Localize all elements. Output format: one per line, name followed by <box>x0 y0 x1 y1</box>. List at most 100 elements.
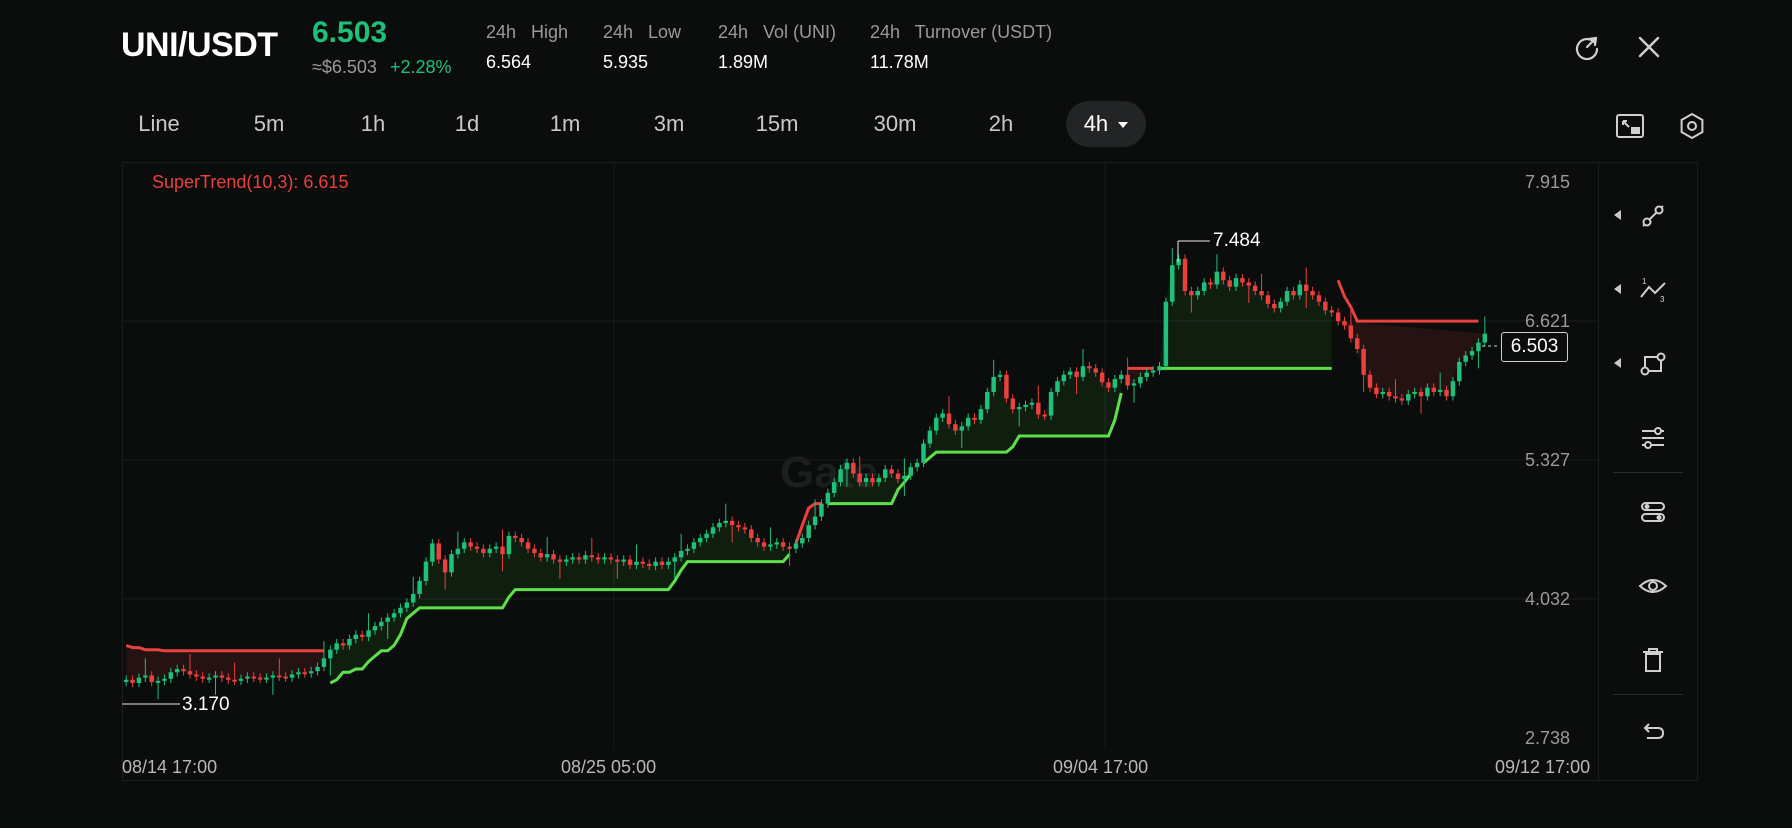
candle-body <box>793 543 799 549</box>
candle-body <box>659 561 665 565</box>
candle-body <box>487 548 492 554</box>
svg-text:1: 1 <box>1642 277 1647 286</box>
candle-body <box>1303 284 1309 292</box>
candle-body <box>168 672 174 679</box>
candle-body <box>289 674 295 678</box>
candle-body <box>1265 295 1271 304</box>
candle-body <box>1450 381 1456 397</box>
candle-body <box>123 679 129 682</box>
candle-body <box>876 477 882 483</box>
candle-body <box>965 417 971 427</box>
candle-body <box>991 376 996 392</box>
candle-body <box>761 542 767 547</box>
candle-body <box>194 674 199 677</box>
candle-body <box>927 430 933 444</box>
candle-body <box>1367 374 1373 388</box>
candle-body <box>155 680 161 683</box>
candle-body <box>226 677 231 680</box>
candle-body <box>1437 389 1443 392</box>
expand-caret-icon[interactable] <box>1614 358 1621 368</box>
candle-body <box>736 525 741 528</box>
candle-body <box>1131 383 1137 386</box>
candle-body <box>506 535 512 555</box>
candle-body <box>206 677 212 680</box>
candle-body <box>417 580 422 594</box>
candle-body <box>953 424 958 431</box>
candle-body <box>1201 282 1207 292</box>
candle-body <box>174 669 180 673</box>
y-axis: 7.915 6.621 5.327 4.032 2.738 <box>1480 0 1570 828</box>
candle-body <box>308 671 314 674</box>
candle-body <box>997 374 1003 377</box>
candle-body <box>1157 366 1162 371</box>
candle-body <box>704 533 709 539</box>
supertrend-legend: SuperTrend(10,3): 6.615 <box>152 172 349 192</box>
expand-caret-icon[interactable] <box>1614 210 1621 220</box>
candle-body <box>219 675 225 678</box>
candle-body <box>347 638 352 646</box>
indicator-settings-tool[interactable] <box>1630 415 1676 461</box>
candle-body <box>1425 387 1430 397</box>
candle-body <box>1221 271 1226 281</box>
candle-body <box>1329 310 1334 313</box>
candle-body <box>430 543 435 562</box>
candle-body <box>1310 291 1315 296</box>
candle-body <box>972 417 977 420</box>
candle-body <box>889 469 894 474</box>
candle-body <box>870 477 875 483</box>
candle-body <box>844 462 850 470</box>
candle-body <box>1214 271 1220 285</box>
fibonacci-tool[interactable]: 1 3 <box>1630 267 1676 313</box>
candle-body <box>653 561 658 566</box>
candle-body <box>1393 396 1398 399</box>
candle-body <box>149 675 154 682</box>
candle-body <box>774 542 780 545</box>
candle-body <box>481 548 486 554</box>
svg-text:3: 3 <box>1660 295 1665 304</box>
candle-body <box>449 554 454 573</box>
shape-icon <box>1640 352 1666 376</box>
candle-body <box>595 557 601 560</box>
candle-body <box>264 677 269 680</box>
candle-body <box>245 676 250 679</box>
delete-tool[interactable] <box>1630 637 1676 683</box>
visibility-tool[interactable] <box>1630 563 1676 609</box>
candle-body <box>615 559 620 562</box>
candle-body <box>1227 280 1232 287</box>
object-tree-tool[interactable] <box>1630 489 1676 535</box>
candle-body <box>787 546 792 549</box>
candle-body <box>1444 389 1449 397</box>
candle-body <box>1252 285 1258 292</box>
candle-body <box>672 557 677 562</box>
candle-body <box>1036 402 1041 415</box>
candle-body <box>1361 349 1366 375</box>
candle-body <box>1457 361 1462 382</box>
candle-body <box>1380 391 1385 395</box>
candle-body <box>270 675 276 678</box>
candle-body <box>1176 258 1181 266</box>
candle-body <box>302 672 308 675</box>
candle-body <box>468 542 473 547</box>
undo-tool[interactable] <box>1630 708 1676 754</box>
candle-body <box>634 561 639 565</box>
candle-body <box>1355 338 1360 350</box>
candle-body <box>455 548 461 555</box>
shape-tool[interactable] <box>1630 341 1676 387</box>
candle-body <box>800 538 805 544</box>
trendline-tool[interactable] <box>1630 193 1676 239</box>
candle-body <box>1074 371 1079 377</box>
y-tick-label: 7.915 <box>1524 172 1570 192</box>
expand-caret-icon[interactable] <box>1614 284 1621 294</box>
toolbar-divider <box>1613 472 1683 473</box>
candle-body <box>500 546 505 555</box>
x-tick-label: 09/12 17:00 <box>1495 757 1591 777</box>
candle-body <box>570 557 575 560</box>
candle-body <box>908 467 913 476</box>
candle-body <box>914 462 920 468</box>
y-tick-label: 2.738 <box>1524 728 1570 748</box>
candle-body <box>372 626 378 631</box>
candle-body <box>1023 404 1028 407</box>
candle-body <box>934 417 939 431</box>
candle-body <box>723 520 729 523</box>
candle-body <box>825 492 831 504</box>
